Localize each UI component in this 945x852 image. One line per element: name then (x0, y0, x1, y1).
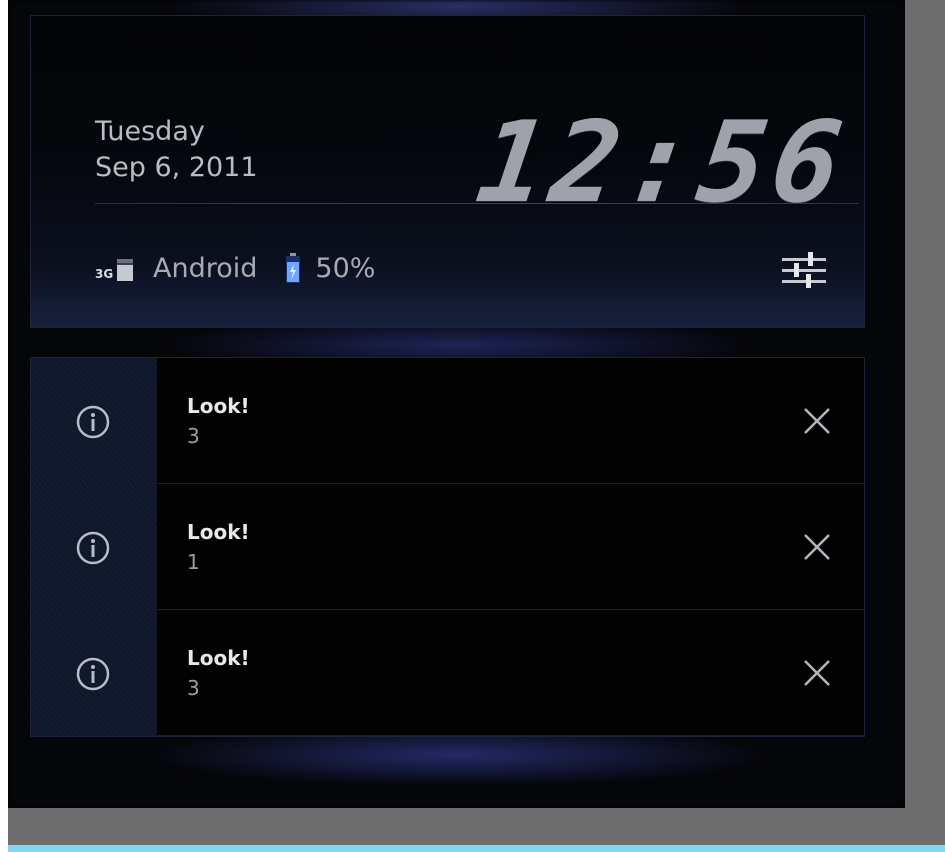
info-icon (76, 531, 110, 565)
notification-title: Look! (187, 520, 250, 544)
notification-shade: Tuesday Sep 6, 2011 12:56 3G Android 50%… (8, 0, 905, 808)
network-type-label: 3G (95, 267, 114, 281)
signal-3g-icon: 3G (95, 253, 139, 283)
notification-icon-column (31, 610, 157, 736)
frame-bottom-edge (8, 808, 945, 845)
notification-icon-column (31, 358, 157, 484)
notification-item[interactable]: Look! 3 (31, 610, 864, 736)
notification-text: 3 (187, 676, 200, 700)
day-label: Tuesday (95, 116, 205, 147)
status-row: 3G Android 50% (95, 248, 375, 288)
notification-list: Look! 3 Look! 1 Look! 3 (30, 357, 865, 737)
notification-item[interactable]: Look! 3 (31, 358, 864, 484)
clock-time: 12:56 (469, 98, 856, 228)
notification-item[interactable]: Look! 1 (31, 484, 864, 610)
notification-body: Look! 1 (157, 484, 864, 610)
notification-title: Look! (187, 394, 250, 418)
notification-text: 3 (187, 424, 200, 448)
info-icon (76, 405, 110, 439)
carrier-label: Android (153, 252, 258, 284)
close-icon[interactable] (800, 656, 834, 690)
notification-body: Look! 3 (157, 358, 864, 484)
frame-left-edge (0, 0, 8, 852)
frame-right-edge (905, 0, 945, 845)
signal-bars-icon (117, 259, 133, 281)
clock-panel: Tuesday Sep 6, 2011 12:56 3G Android 50% (30, 15, 865, 328)
sliders-settings-icon[interactable] (780, 246, 828, 294)
date-block: Tuesday Sep 6, 2011 (95, 114, 258, 186)
notification-icon-column (31, 484, 157, 610)
notification-title: Look! (187, 646, 250, 670)
info-icon (76, 657, 110, 691)
close-icon[interactable] (800, 530, 834, 564)
battery-icon (286, 253, 301, 283)
date-label: Sep 6, 2011 (95, 152, 258, 183)
notification-body: Look! 3 (157, 610, 864, 736)
header-divider (95, 203, 859, 204)
battery-label: 50% (315, 252, 376, 284)
close-icon[interactable] (800, 404, 834, 438)
notification-text: 1 (187, 550, 200, 574)
frame-accent-line (8, 845, 945, 852)
